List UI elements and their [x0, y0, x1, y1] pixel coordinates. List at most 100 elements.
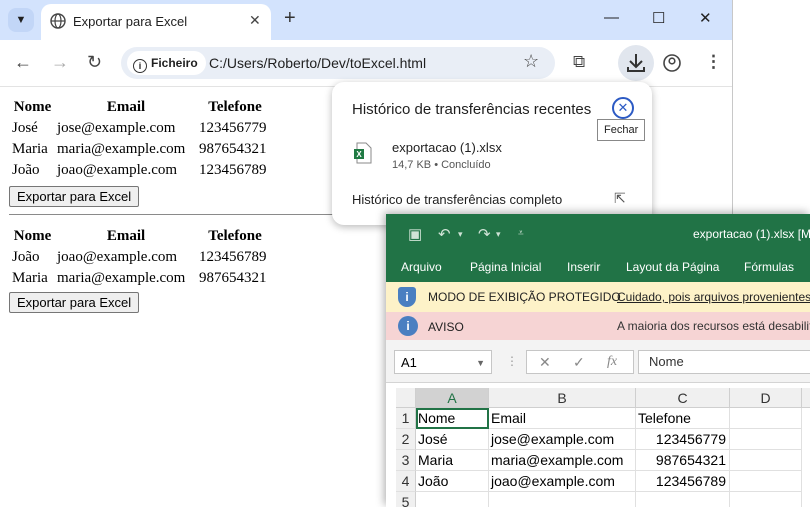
table-cell: joao@example.com [57, 249, 178, 265]
table-cell: 123456779 [199, 120, 267, 136]
cell-A3[interactable]: Maria [416, 450, 489, 471]
data-table-1: Nome Email Telefone José jose@example.co… [9, 96, 274, 182]
maximize-icon[interactable]: ☐ [652, 9, 665, 27]
name-box[interactable]: A1 ▼ [394, 350, 492, 374]
column-header[interactable]: C [636, 388, 730, 408]
table-row: João joao@example.com 123456789 [11, 248, 272, 267]
cell-B1[interactable]: Email [489, 408, 636, 429]
table-header: Telefone [208, 99, 262, 115]
column-header[interactable]: B [489, 388, 636, 408]
cancel-icon[interactable]: ✕ [539, 354, 551, 371]
tab-close-icon[interactable]: ✕ [249, 12, 261, 29]
minimize-icon[interactable]: — [604, 9, 619, 26]
tab-search-button[interactable]: ▼ [8, 8, 34, 32]
row-header[interactable]: 3 [396, 450, 416, 471]
shield-icon: i [398, 287, 416, 307]
ribbon-tab-inserir[interactable]: Inserir [567, 260, 600, 274]
cell-A1[interactable]: Nome [416, 408, 489, 429]
ribbon-tab-pagina-inicial[interactable]: Página Inicial [470, 260, 541, 274]
protected-view-link[interactable]: Cuidado, pois arquivos provenientes [617, 290, 810, 304]
globe-icon [50, 13, 66, 29]
table-cell: maria@example.com [57, 270, 186, 286]
select-all-corner[interactable] [396, 388, 416, 408]
cell-C1[interactable]: Telefone [636, 408, 730, 429]
cell-B3[interactable]: maria@example.com [489, 450, 636, 471]
cell-B4[interactable]: joao@example.com [489, 471, 636, 492]
address-bar[interactable]: i Ficheiro C:/Users/Roberto/Dev/toExcel.h… [121, 47, 555, 79]
column-header[interactable]: A [416, 388, 489, 408]
cell-C3[interactable]: 987654321 [636, 450, 730, 471]
cell-D4[interactable] [730, 471, 802, 492]
cell-D5[interactable] [730, 492, 802, 507]
close-icon[interactable]: ✕ [612, 97, 634, 119]
column-header-partial[interactable] [802, 388, 810, 408]
open-external-icon[interactable]: ⇱ [614, 190, 626, 207]
protected-view-label: MODO DE EXIBIÇÃO PROTEGIDO [428, 290, 621, 304]
file-scheme-chip[interactable]: i Ficheiro [127, 51, 206, 75]
downloads-title: Histórico de transferências recentes [352, 101, 592, 118]
download-file-name[interactable]: exportacao (1).xlsx [392, 140, 502, 155]
forward-arrow-icon[interactable]: → [51, 52, 69, 73]
cell-B5[interactable] [489, 492, 636, 507]
chevron-down-icon[interactable]: ▼ [476, 351, 485, 375]
reload-icon[interactable]: ↻ [87, 52, 102, 73]
table-cell: 987654321 [199, 270, 267, 286]
column-header[interactable]: D [730, 388, 802, 408]
redo-dropdown-icon[interactable]: ▾ [496, 229, 501, 240]
export-excel-button-2[interactable]: Exportar para Excel [9, 292, 140, 313]
save-icon[interactable]: ▣ [408, 225, 422, 243]
export-excel-button[interactable]: Exportar para Excel [9, 186, 140, 207]
xlsx-file-icon: X [354, 142, 372, 164]
back-arrow-icon[interactable]: ← [14, 52, 32, 73]
enter-check-icon[interactable]: ✓ [573, 354, 585, 371]
row-header[interactable]: 4 [396, 471, 416, 492]
downloads-button[interactable] [618, 45, 654, 81]
excel-window: ▣ ↶ ▾ ↷ ▾ ⩡ exportacao (1).xlsx [M Arqui… [386, 214, 810, 507]
full-history-link[interactable]: Histórico de transferências completo [352, 192, 562, 207]
customize-qat-icon[interactable]: ⩡ [518, 228, 524, 239]
cell-C2[interactable]: 123456779 [636, 429, 730, 450]
cell-A4[interactable]: João [416, 471, 489, 492]
ribbon-tab-formulas[interactable]: Fórmulas [744, 260, 794, 274]
row-header[interactable]: 1 [396, 408, 416, 429]
cell-C5[interactable] [636, 492, 730, 507]
cell-D2[interactable] [730, 429, 802, 450]
download-file-meta: 14,7 KB • Concluído [392, 159, 491, 171]
insert-function-icon[interactable]: fx [607, 354, 617, 370]
cell-A2[interactable]: José [416, 429, 489, 450]
ribbon-tab-arquivo[interactable]: Arquivo [401, 260, 442, 274]
extensions-puzzle-icon[interactable]: ⧉ [573, 52, 585, 72]
cell-B2[interactable]: jose@example.com [489, 429, 636, 450]
row-header[interactable]: 2 [396, 429, 416, 450]
redo-icon[interactable]: ↷ [478, 225, 491, 243]
cell-D3[interactable] [730, 450, 802, 471]
table-cell: 123456789 [199, 162, 267, 178]
excel-title-bar: ▣ ↶ ▾ ↷ ▾ ⩡ exportacao (1).xlsx [M [386, 214, 810, 254]
new-tab-icon[interactable]: + [284, 7, 296, 30]
cell-A5[interactable] [416, 492, 489, 507]
row-header[interactable]: 5 [396, 492, 416, 507]
warning-bar: i AVISO A maioria dos recursos está desa… [386, 312, 810, 340]
undo-dropdown-icon[interactable]: ▾ [458, 229, 463, 240]
window-close-icon[interactable]: ✕ [699, 9, 712, 27]
menu-kebab-icon[interactable]: ⋮ [705, 52, 722, 72]
table-row: José jose@example.com 123456779 [11, 119, 272, 138]
profile-icon[interactable] [662, 53, 682, 73]
warning-message: A maioria dos recursos está desabilit [617, 319, 810, 333]
browser-tab[interactable]: Exportar para Excel ✕ [41, 4, 271, 40]
formula-bar: A1 ▼ ⋮ ✕ ✓ fx Nome [386, 340, 810, 383]
formula-input[interactable]: Nome [638, 350, 810, 374]
cell-D1[interactable] [730, 408, 802, 429]
ribbon-tab-layout[interactable]: Layout da Página [626, 260, 719, 274]
table-cell: 987654321 [199, 141, 267, 157]
cell-C4[interactable]: 123456789 [636, 471, 730, 492]
table-cell: jose@example.com [57, 120, 176, 136]
name-box-value: A1 [401, 355, 417, 370]
bookmark-star-icon[interactable]: ☆ [523, 51, 539, 72]
browser-toolbar: ← → ↻ i Ficheiro C:/Users/Roberto/Dev/toE… [0, 40, 732, 87]
file-scheme-label: Ficheiro [151, 56, 198, 70]
undo-icon[interactable]: ↶ [438, 225, 451, 243]
url-text[interactable]: C:/Users/Roberto/Dev/toExcel.html [209, 55, 426, 71]
drag-handle-icon[interactable]: ⋮ [506, 354, 518, 368]
table-header: Email [106, 99, 146, 115]
